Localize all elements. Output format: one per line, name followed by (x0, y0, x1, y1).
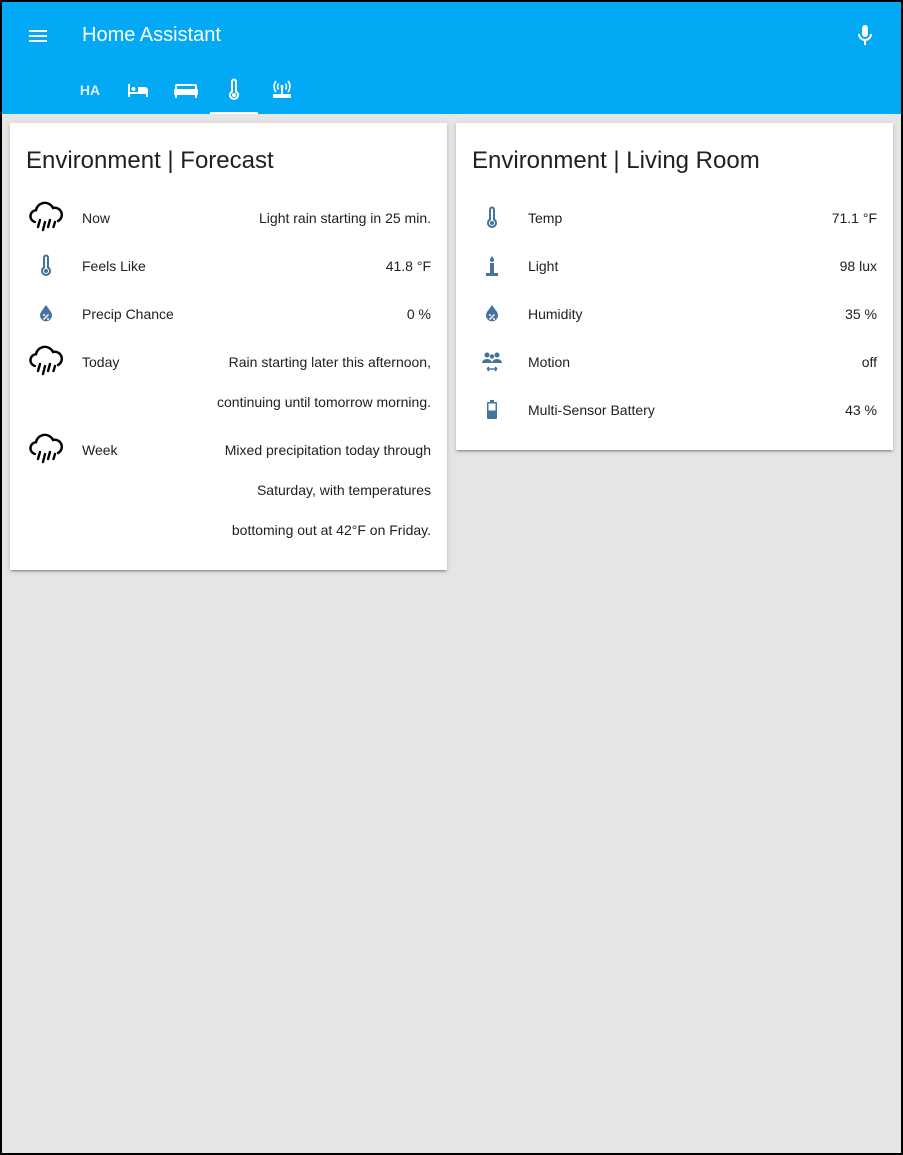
thermometer-icon (472, 198, 512, 238)
tab-ha-label: HA (79, 82, 101, 98)
living-light-label: Light (528, 258, 559, 274)
tab-living-room[interactable] (162, 66, 210, 114)
app-frame: Home Assistant HA Environment | Forecast… (2, 2, 901, 1153)
forecast-today-label: Today (82, 354, 120, 370)
forecast-precip-label: Precip Chance (82, 306, 174, 322)
living-humidity-value: 35 % (845, 306, 877, 322)
forecast-today-value-line-2: continuing until tomorrow morning. (217, 394, 431, 410)
forecast-now-label: Now (82, 210, 111, 226)
humidity-percent-icon (26, 294, 66, 334)
microphone-button[interactable] (853, 23, 877, 49)
forecast-week-value-line-2: Saturday, with temperatures (256, 482, 431, 498)
living-temp-value: 71.1 °F (831, 210, 877, 226)
forecast-row-now[interactable]: Now Light rain starting in 25 min. (10, 198, 447, 238)
router-wireless-icon (273, 80, 291, 98)
tab-environment[interactable] (210, 66, 258, 114)
living-row-battery[interactable]: Multi-Sensor Battery 43 % (456, 390, 893, 430)
battery-icon (472, 390, 512, 430)
view-tabs: HA (66, 66, 306, 114)
forecast-feels-like-label: Feels Like (82, 258, 146, 274)
app-title: Home Assistant (82, 24, 221, 46)
forecast-precip-value: 0 % (406, 306, 431, 322)
forecast-row-feels-like[interactable]: Feels Like 41.8 °F (10, 246, 447, 286)
living-room-card-title: Environment | Living Room (472, 147, 760, 174)
rain-cloud-icon (26, 430, 66, 470)
thermometer-icon (26, 246, 66, 286)
candle-light-icon (472, 246, 512, 286)
forecast-week-value-line-3: bottoming out at 42°F on Friday. (231, 522, 431, 538)
living-humidity-label: Humidity (528, 306, 583, 322)
living-battery-label: Multi-Sensor Battery (528, 402, 655, 418)
forecast-row-precip-chance[interactable]: Precip Chance 0 % (10, 294, 447, 334)
living-room-card: Environment | Living Room Temp 71.1 °F L… (456, 123, 893, 450)
motion-people-icon (472, 342, 512, 382)
living-row-light[interactable]: Light 98 lux (456, 246, 893, 286)
forecast-week-value-line-1: Mixed precipitation today through (224, 442, 431, 458)
menu-button[interactable] (26, 24, 50, 48)
living-motion-value: off (861, 354, 877, 370)
thermometer-icon (229, 78, 239, 100)
microphone-icon (858, 25, 872, 45)
sofa-icon (174, 84, 198, 98)
tab-bedroom[interactable] (114, 66, 162, 114)
menu-icon (29, 30, 47, 42)
forecast-week-label: Week (82, 442, 118, 458)
living-light-value: 98 lux (839, 258, 877, 274)
rain-cloud-icon (26, 198, 66, 238)
forecast-card-title: Environment | Forecast (26, 147, 274, 174)
living-row-motion[interactable]: Motion off (456, 342, 893, 382)
bed-icon (128, 84, 148, 97)
forecast-card: Environment | Forecast Now Light rain st… (10, 123, 447, 570)
living-temp-label: Temp (528, 210, 563, 226)
living-row-temp[interactable]: Temp 71.1 °F (456, 198, 893, 238)
forecast-now-value: Light rain starting in 25 min. (259, 210, 431, 226)
forecast-feels-like-value: 41.8 °F (385, 258, 431, 274)
rain-cloud-icon (26, 342, 66, 382)
tab-ha[interactable]: HA (66, 66, 114, 114)
living-battery-value: 43 % (845, 402, 877, 418)
app-toolbar: Home Assistant HA (2, 2, 901, 114)
living-motion-label: Motion (528, 354, 571, 370)
forecast-row-today[interactable]: Today Rain starting later this afternoon… (10, 342, 447, 422)
humidity-percent-icon (472, 294, 512, 334)
forecast-today-value-line-1: Rain starting later this afternoon, (228, 354, 431, 370)
forecast-row-week[interactable]: Week Mixed precipitation today through S… (10, 430, 447, 550)
tab-network[interactable] (258, 66, 306, 114)
living-row-humidity[interactable]: Humidity 35 % (456, 294, 893, 334)
